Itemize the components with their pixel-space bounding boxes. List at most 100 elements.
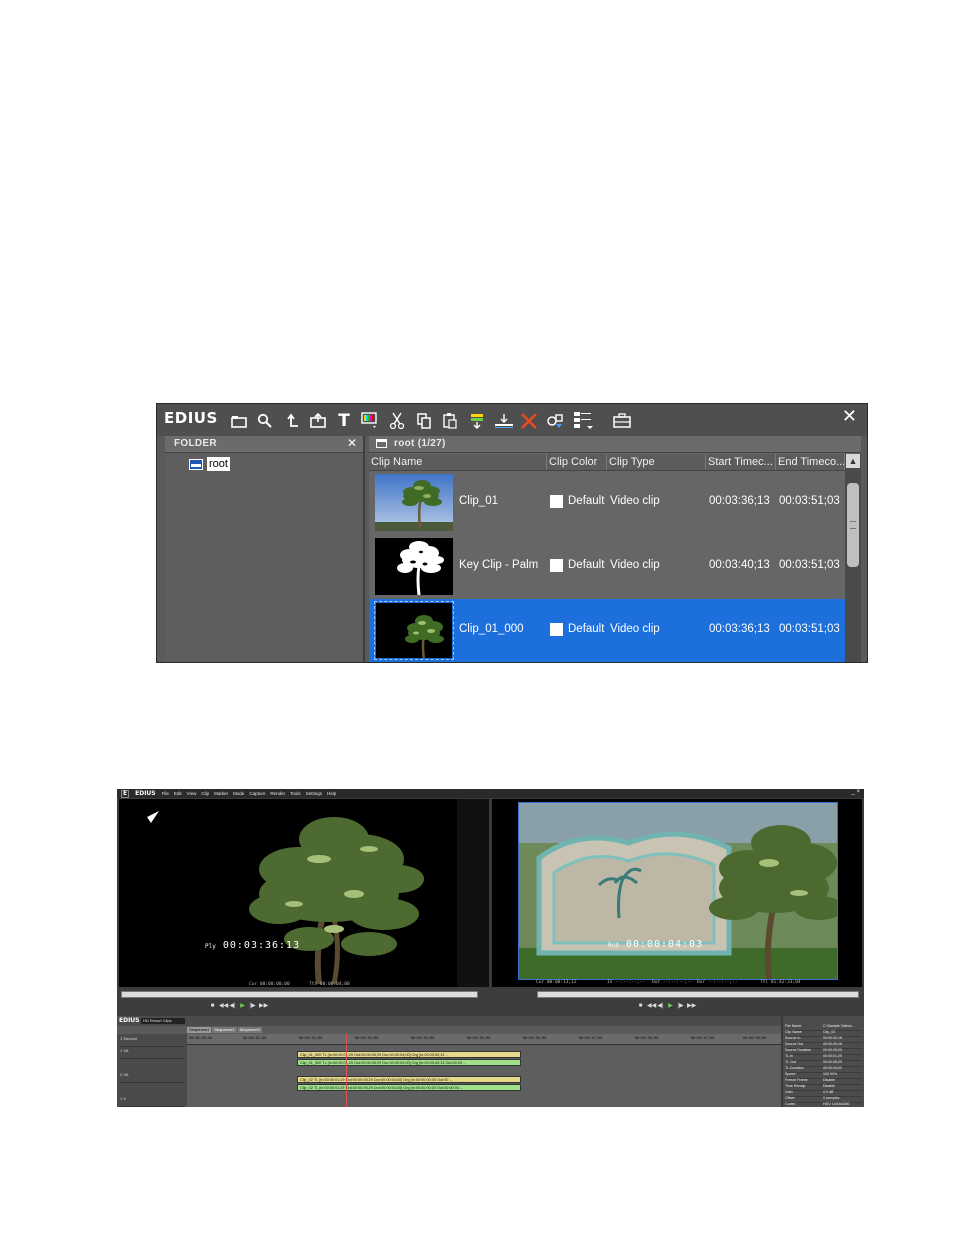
- clip-end-timecode: 00:03:51;03: [779, 559, 840, 571]
- clip-type: Video clip: [610, 559, 660, 571]
- column-clip-color[interactable]: Clip Color: [547, 454, 607, 470]
- bin-toolbar: EDIUS T ✕: [157, 404, 867, 436]
- clip-row-selected[interactable]: Clip_01_000 Default Video clip 00:03:36;…: [369, 599, 845, 662]
- step-forward-button[interactable]: |▶: [249, 1003, 256, 1010]
- recorder-monitor: Rcd 00:00:04:03 Cur 00:00:13;12 In --:--…: [492, 799, 862, 987]
- tab-sequence1[interactable]: Sequence1: [187, 1027, 212, 1033]
- player-cur-timecode: Cur 00:00:00;00: [249, 982, 290, 987]
- menu-capture[interactable]: Capture: [249, 791, 265, 796]
- menu-mode[interactable]: Mode: [233, 791, 244, 796]
- track-header[interactable]: 1 V: [120, 1096, 184, 1107]
- track-header[interactable]: 1 VA: [120, 1048, 184, 1059]
- menu-marker[interactable]: Marker: [214, 791, 228, 796]
- timeline-playhead[interactable]: [346, 1034, 347, 1107]
- menu-settings[interactable]: Settings: [306, 791, 322, 796]
- stop-button[interactable]: ■: [209, 1003, 216, 1010]
- timeline-tracks[interactable]: Clip_01_000 TL [In:00:00:01;29 Out:00:00…: [187, 1045, 781, 1107]
- clip-list-scrollbar[interactable]: ▲: [845, 454, 861, 662]
- ruler-tick: 00:00:08;00: [743, 1036, 767, 1040]
- column-clip-name[interactable]: Clip Name: [369, 454, 547, 470]
- clip-color-swatch: [550, 495, 563, 508]
- information-panel: File Name C:\Sample Videos... Clip Name Cl…: [783, 1016, 864, 1107]
- menu-clip[interactable]: Clip: [201, 791, 209, 796]
- menu-render[interactable]: Render: [270, 791, 285, 796]
- up-folder-icon[interactable]: [283, 412, 301, 430]
- player-ttl-timecode: Ttl 00:00:04;00: [309, 982, 350, 987]
- properties-icon[interactable]: [546, 412, 564, 430]
- app-logo-icon: E: [121, 789, 130, 798]
- folder-panel-title: FOLDER: [174, 438, 217, 449]
- ruler-tick: 00:00:00;00: [189, 1036, 213, 1040]
- info-row: Codec HDV 1440x1080: [785, 1102, 862, 1107]
- tab-sequence2[interactable]: Sequence2: [212, 1027, 237, 1033]
- project-name: HD Resort Clips: [141, 1018, 185, 1024]
- step-back-button[interactable]: ◀|: [657, 1003, 664, 1010]
- step-forward-button[interactable]: |▶: [677, 1003, 684, 1010]
- clip-color-label: Default: [568, 495, 605, 507]
- track-headers: 1 Second 1 VA 2 VA 1 V: [117, 1034, 187, 1107]
- scroll-up-button[interactable]: ▲: [846, 454, 860, 468]
- play-button[interactable]: ▶: [667, 1003, 674, 1010]
- timeline-clip[interactable]: Clip_02 TL [In:00:00:01;29 Out:00:00:05;…: [297, 1076, 521, 1083]
- step-back-button[interactable]: ◀|: [229, 1003, 236, 1010]
- cut-icon[interactable]: [388, 412, 406, 430]
- delete-icon[interactable]: [520, 412, 538, 430]
- timeline-ruler[interactable]: 00:00:00;00 00:00:01;00 00:00:02;00 00:0…: [187, 1034, 781, 1045]
- add-to-timeline-icon[interactable]: [468, 412, 486, 430]
- player-transport-controls: ■ ◀◀ ◀| ▶ |▶ ▶▶: [209, 1003, 269, 1011]
- new-folder-icon[interactable]: [230, 412, 248, 430]
- track-header[interactable]: 2 VA: [120, 1072, 184, 1083]
- paste-icon[interactable]: [441, 412, 459, 430]
- rewind-button[interactable]: ◀◀: [219, 1003, 228, 1010]
- timeline-clip[interactable]: Clip_01_000 TL [In:00:00:01;29 Out:00:00…: [297, 1059, 521, 1066]
- title-icon[interactable]: T: [335, 412, 353, 430]
- column-clip-type[interactable]: Clip Type: [607, 454, 706, 470]
- folder-tree-item-root[interactable]: root: [189, 456, 230, 472]
- clip-name: Clip_01_000: [459, 623, 524, 635]
- fast-forward-button[interactable]: ▶▶: [259, 1003, 268, 1010]
- track-header[interactable]: 1 Second: [120, 1036, 184, 1047]
- recorder-video-frame: [518, 802, 838, 980]
- timeline-clip[interactable]: Clip_01_000 TL [In:00:00:01;29 Out:00:00…: [297, 1051, 521, 1058]
- add-clip-icon[interactable]: [309, 412, 327, 430]
- timeline-clip[interactable]: Clip_02 TL [In:00:00:01;29 Out:00:00:05;…: [297, 1084, 521, 1091]
- folder-panel-close-button[interactable]: ✕: [347, 436, 357, 450]
- search-icon[interactable]: [256, 412, 274, 430]
- clip-thumbnail: [374, 601, 454, 660]
- color-bar-icon[interactable]: [361, 412, 379, 430]
- tab-sequence3[interactable]: Sequence3: [237, 1027, 262, 1033]
- column-end-timecode[interactable]: End Timeco...: [776, 454, 845, 470]
- menu-help[interactable]: Help: [327, 791, 336, 796]
- scroll-thumb[interactable]: [847, 483, 859, 567]
- recorder-timecode-value: 00:00:04:03: [625, 939, 704, 950]
- recorder-in-timecode: In --:--:--;--: [607, 980, 645, 985]
- clip-row[interactable]: Key Clip - Palm Default Video clip 00:03…: [369, 535, 845, 599]
- clip-row[interactable]: Clip_01 Default Video clip 00:03:36;13 0…: [369, 471, 845, 535]
- bin-close-button[interactable]: ✕: [842, 406, 857, 427]
- recorder-dur-timecode: Dur --:--:--;--: [697, 980, 738, 985]
- copy-icon[interactable]: [415, 412, 433, 430]
- ruler-tick: 00:00:04;00: [411, 1036, 435, 1040]
- play-button[interactable]: ▶: [239, 1003, 246, 1010]
- view-mode-icon[interactable]: [573, 412, 595, 430]
- clip-thumbnail: [374, 537, 454, 596]
- menu-file[interactable]: File: [162, 791, 169, 796]
- menu-edit[interactable]: Edit: [174, 791, 182, 796]
- recorder-position-slider[interactable]: [537, 991, 859, 998]
- window-controls[interactable]: _ ×: [851, 789, 860, 795]
- stop-button[interactable]: ■: [637, 1003, 644, 1010]
- menu-tools[interactable]: Tools: [290, 791, 301, 796]
- clip-color-swatch: [550, 559, 563, 572]
- insert-icon[interactable]: [494, 412, 514, 430]
- fast-forward-button[interactable]: ▶▶: [687, 1003, 696, 1010]
- ruler-tick: 00:00:02;00: [299, 1036, 323, 1040]
- player-position-slider[interactable]: [121, 991, 478, 998]
- menu-view[interactable]: View: [187, 791, 197, 796]
- rewind-button[interactable]: ◀◀: [647, 1003, 656, 1010]
- edius-logo: EDIUS: [164, 409, 218, 427]
- transport-strip: ■ ◀◀ ◀| ▶ |▶ ▶▶ ■ ◀◀ ◀| ▶ |▶ ▶▶: [117, 988, 864, 1015]
- column-start-timecode[interactable]: Start Timec...: [706, 454, 776, 470]
- open-bin-icon[interactable]: [613, 412, 631, 430]
- folder-panel: FOLDER ✕ root: [165, 436, 365, 662]
- player-monitor: Ply 00:03:36:13 Cur 00:00:00;00 Ttl 00:0…: [119, 799, 489, 987]
